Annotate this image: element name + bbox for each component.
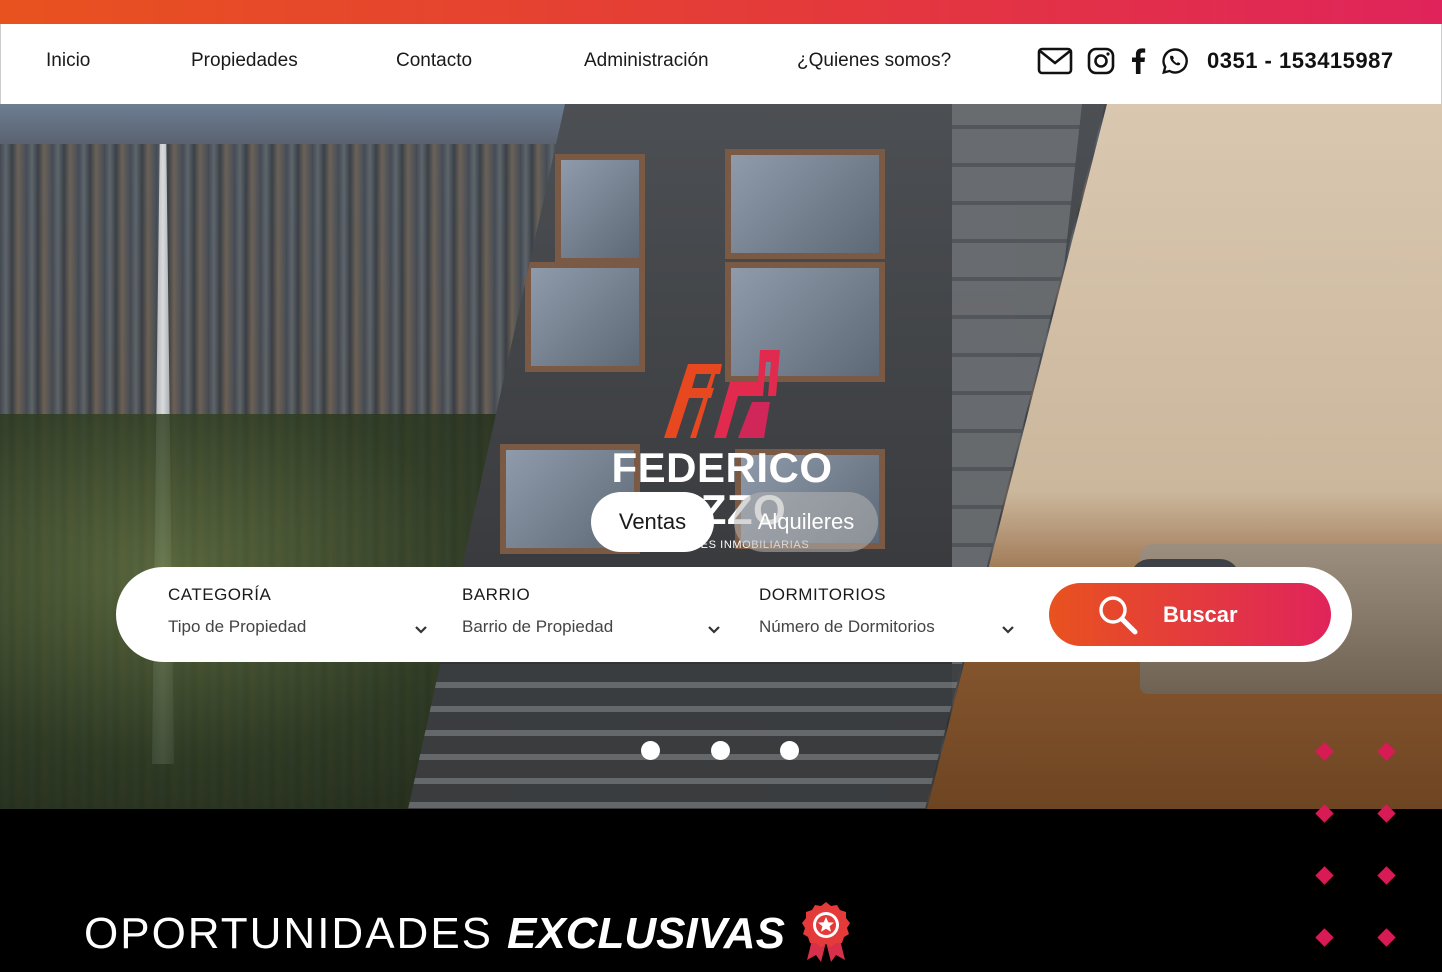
contact-icons: 0351 - 153415987 — [1037, 44, 1394, 78]
carousel-dot-2[interactable] — [711, 741, 730, 760]
brand-mark-icon — [664, 350, 780, 438]
phone-number[interactable]: 0351 - 153415987 — [1207, 48, 1394, 74]
award-ribbon-icon — [801, 902, 850, 962]
search-bar: CATEGORÍA Tipo de Propiedad BARRIO Barri… — [116, 567, 1352, 662]
city-tower — [152, 144, 174, 764]
navbar: Inicio Propiedades Contacto Administraci… — [0, 24, 1442, 104]
carousel-dot-1[interactable] — [641, 741, 660, 760]
chevron-down-icon[interactable] — [414, 623, 428, 637]
category-field[interactable]: CATEGORÍA Tipo de Propiedad — [168, 585, 306, 637]
dormitorios-field[interactable]: DORMITORIOS Número de Dormitorios — [759, 585, 935, 637]
category-select[interactable]: Tipo de Propiedad — [168, 617, 306, 637]
mail-icon[interactable] — [1037, 47, 1073, 75]
section-title-bold: EXCLUSIVAS — [507, 909, 785, 958]
search-icon — [1099, 595, 1138, 634]
category-label: CATEGORÍA — [168, 585, 272, 604]
hero-carousel: FEDERICO RIZZO INVERSIONES INMOBILIARIAS… — [0, 104, 1442, 809]
top-gradient-bar — [0, 0, 1442, 24]
chevron-down-icon[interactable] — [707, 623, 721, 637]
whatsapp-icon[interactable] — [1161, 47, 1189, 75]
tab-ventas[interactable]: Ventas — [591, 492, 714, 552]
nav-administracion[interactable]: Administración — [584, 50, 709, 72]
section-title-light: OPORTUNIDADES — [84, 909, 494, 958]
section-title-oportunidades: OPORTUNIDADES EXCLUSIVAS — [84, 902, 853, 962]
nav-contacto[interactable]: Contacto — [396, 50, 472, 72]
dormitorios-select[interactable]: Número de Dormitorios — [759, 617, 935, 637]
barrio-label: BARRIO — [462, 585, 531, 604]
barrio-select[interactable]: Barrio de Propiedad — [462, 617, 613, 637]
search-button[interactable]: Buscar — [1049, 583, 1331, 646]
dormitorios-label: DORMITORIOS — [759, 585, 887, 604]
nav-quienes-somos[interactable]: ¿Quienes somos? — [797, 50, 951, 72]
instagram-icon[interactable] — [1087, 47, 1115, 75]
chevron-down-icon[interactable] — [1001, 623, 1015, 637]
nav-inicio[interactable]: Inicio — [46, 50, 90, 72]
carousel-dot-3[interactable] — [780, 741, 799, 760]
barrio-field[interactable]: BARRIO Barrio de Propiedad — [462, 585, 613, 637]
nav-propiedades[interactable]: Propiedades — [191, 50, 298, 72]
tab-alquileres[interactable]: Alquileres — [734, 492, 878, 552]
brand-name-line1: FEDERICO — [611, 444, 833, 491]
search-button-label: Buscar — [1163, 601, 1238, 627]
facebook-icon[interactable] — [1129, 47, 1147, 75]
